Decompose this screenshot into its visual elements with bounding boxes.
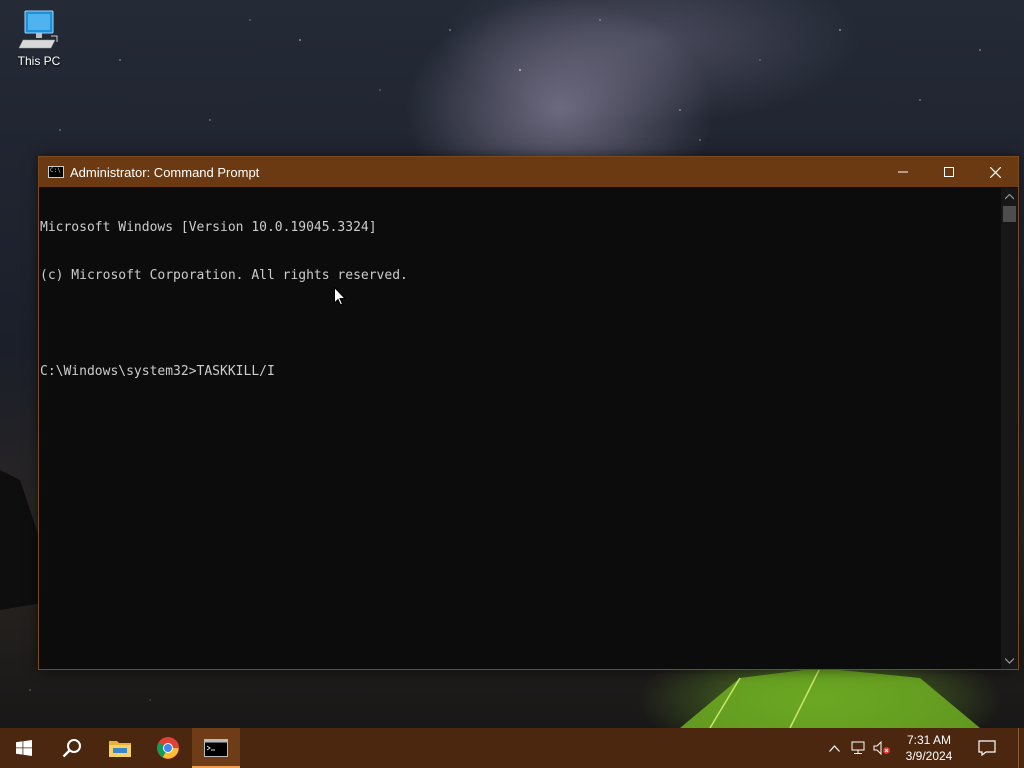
search-button[interactable] <box>48 728 96 768</box>
console-line: Microsoft Windows [Version 10.0.19045.33… <box>40 220 377 235</box>
windows-logo-icon <box>16 740 32 756</box>
minimize-button[interactable] <box>880 157 926 187</box>
scroll-down-button[interactable] <box>1001 652 1018 669</box>
network-icon <box>851 741 865 754</box>
volume-tray-button[interactable] <box>870 728 894 768</box>
console-output[interactable]: Microsoft Windows [Version 10.0.19045.33… <box>39 188 1001 669</box>
close-icon <box>989 166 1001 178</box>
chevron-up-icon <box>828 744 840 752</box>
close-button[interactable] <box>972 157 1018 187</box>
show-hidden-icons-button[interactable] <box>822 728 846 768</box>
system-tray: 7:31 AM 3/9/2024 <box>822 728 1024 768</box>
scroll-up-button[interactable] <box>1001 188 1018 205</box>
command-prompt-button[interactable] <box>192 728 240 768</box>
taskbar: 7:31 AM 3/9/2024 <box>0 728 1024 768</box>
maximize-icon <box>944 167 954 177</box>
chrome-button[interactable] <box>144 728 192 768</box>
tent-decoration <box>680 668 980 728</box>
file-explorer-button[interactable] <box>96 728 144 768</box>
show-desktop-button[interactable] <box>1018 728 1024 768</box>
desktop-icon-label: This PC <box>17 54 61 68</box>
computer-icon <box>17 8 61 52</box>
chrome-icon <box>157 737 179 759</box>
maximize-button[interactable] <box>926 157 972 187</box>
minimize-icon <box>898 171 908 173</box>
window-title: Administrator: Command Prompt <box>70 164 260 180</box>
folder-icon <box>109 741 131 757</box>
notification-icon <box>978 740 996 756</box>
clock[interactable]: 7:31 AM 3/9/2024 <box>894 728 964 768</box>
cmd-icon <box>204 739 228 757</box>
cmd-icon: C:\ <box>48 166 64 178</box>
clock-date: 3/9/2024 <box>905 749 953 763</box>
command-prompt-window[interactable]: C:\ Administrator: Command Prompt Micros… <box>38 156 1019 670</box>
network-tray-button[interactable] <box>846 728 870 768</box>
volume-muted-icon <box>873 741 890 755</box>
console-line: (c) Microsoft Corporation. All rights re… <box>40 268 408 283</box>
vertical-scrollbar[interactable] <box>1001 188 1018 669</box>
search-icon <box>62 739 81 758</box>
desktop-icon-this-pc[interactable]: This PC <box>10 8 68 68</box>
window-titlebar[interactable]: C:\ Administrator: Command Prompt <box>39 157 1018 187</box>
chevron-up-icon <box>1005 193 1014 199</box>
scrollbar-thumb[interactable] <box>1003 206 1016 222</box>
console-prompt-line[interactable]: C:\Windows\system32>TASKKILL/I <box>40 364 1001 380</box>
clock-time: 7:31 AM <box>906 733 952 747</box>
action-center-button[interactable] <box>964 728 1010 768</box>
mouse-pointer-icon <box>334 287 346 306</box>
chevron-down-icon <box>1005 657 1014 664</box>
start-button[interactable] <box>0 728 48 768</box>
